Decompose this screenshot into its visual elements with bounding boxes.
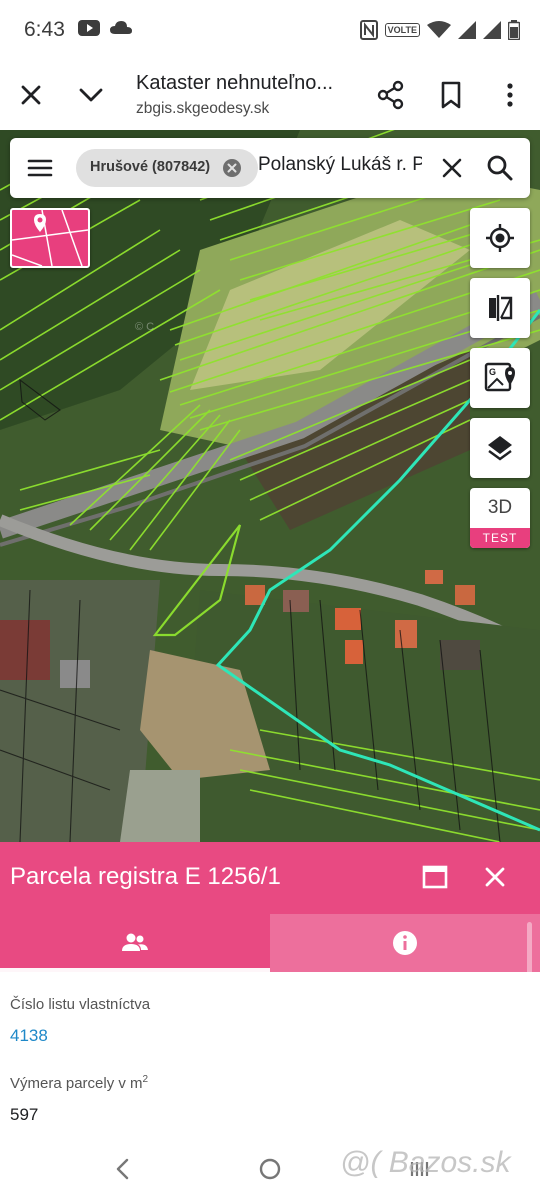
home-icon[interactable] [255,1154,285,1184]
app-root: 6:43 VOLTE Kataster nehnuteľno... zbgis.… [0,0,540,1200]
close-panel-icon[interactable] [480,862,510,892]
share-icon[interactable] [374,78,408,112]
nfc-icon [359,20,378,40]
bookmark-icon[interactable] [434,78,468,112]
back-icon[interactable] [108,1154,138,1184]
layers-icon [488,436,512,461]
chip-label: Hrušové (807842) [90,159,211,175]
parcel-area-unit-exponent: 2 [142,1074,149,1085]
search-input[interactable]: Polanský Lukáš r. P [258,154,422,176]
page-url[interactable]: zbgis.skgeodesy.sk [136,100,269,118]
parcel-area-value: 597 [10,1105,39,1124]
panel-tabs [0,914,540,972]
layers-button[interactable] [470,418,530,478]
parcel-area-label-text: Výmera parcely v m [10,1075,143,1092]
browser-toolbar: Kataster nehnuteľno... zbgis.skgeodesy.s… [0,62,540,130]
parcel-details: Číslo listu vlastníctva 4138 Výmera parc… [0,972,540,1140]
cloud-icon [110,21,132,34]
compare-button[interactable] [470,278,530,338]
panel-title: Parcela registra E 1256/1 [10,863,281,890]
status-time: 6:43 [24,18,65,41]
ownership-sheet-link[interactable]: 4138 [10,1026,48,1046]
chevron-down-icon[interactable] [74,78,108,112]
parcel-area-label: Výmera parcely v m2 [10,1074,148,1092]
page-title: Kataster nehnuteľno... [136,72,334,94]
svg-text:G: G [489,367,496,377]
system-nav-bar: @( Bazos.sk [0,1140,540,1200]
cadastral-area-chip[interactable]: Hrušové (807842) [76,149,258,187]
base-layer-switcher[interactable] [10,208,90,268]
compare-icon [489,295,513,321]
watermark: @( Bazos.sk [340,1146,511,1179]
test-badge: TEST [470,528,530,548]
wifi-icon [427,21,451,38]
tab-owners[interactable] [0,914,270,972]
my-location-icon [486,224,514,252]
parcel-panel-header: Parcela registra E 1256/1 [0,842,540,914]
google-maps-icon: G [484,362,515,392]
people-icon [122,933,148,951]
cadastre-layer-icon [12,210,88,266]
youtube-icon [78,20,100,36]
my-location-button[interactable] [470,208,530,268]
menu-icon[interactable] [24,152,56,184]
status-right-icons: VOLTE [359,20,520,40]
battery-icon [508,20,520,40]
signal-icon [458,21,476,39]
search-bar: Hrušové (807842) Polanský Lukáš r. P [10,138,530,198]
ownership-sheet-label: Číslo listu vlastníctva [10,996,151,1013]
remove-chip-icon[interactable] [222,158,242,178]
3d-label: 3D [487,497,513,518]
signal-icon [483,21,501,39]
google-maps-button[interactable]: G [470,348,530,408]
tab-info[interactable] [270,914,540,972]
close-tab-icon[interactable] [14,78,48,112]
more-vert-icon[interactable] [494,78,526,112]
clear-icon[interactable] [436,152,468,184]
status-left-icons [78,20,132,36]
maximize-icon[interactable] [420,862,450,892]
volte-icon: VOLTE [384,23,420,37]
info-icon [393,931,417,955]
3d-view-button[interactable]: 3D TEST [470,488,530,548]
search-icon[interactable] [484,152,516,184]
status-bar: 6:43 VOLTE [0,0,540,62]
svg-text:© C: © C [135,321,154,333]
